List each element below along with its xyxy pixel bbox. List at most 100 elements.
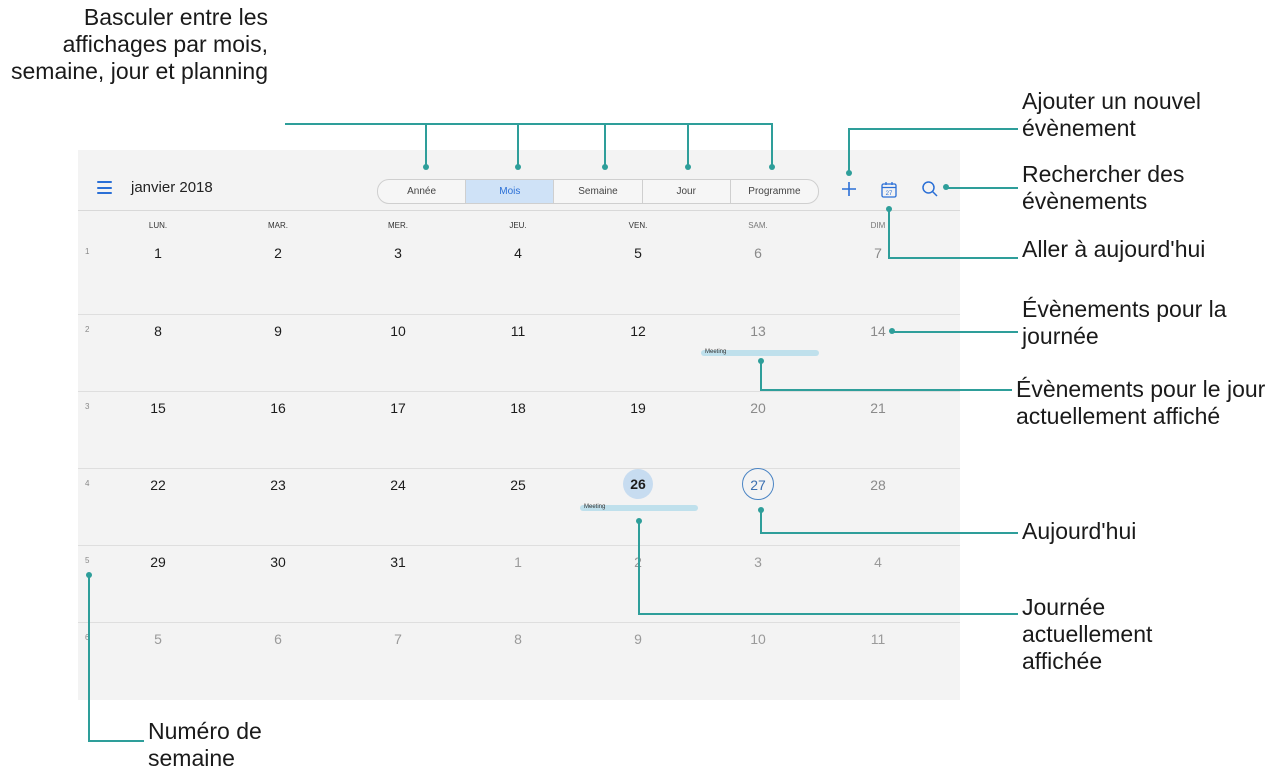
callout-dot — [758, 358, 764, 364]
day-cell[interactable]: 8 — [138, 323, 178, 339]
callout-line — [760, 510, 762, 533]
day-cell[interactable]: 10 — [738, 631, 778, 647]
callout-dot — [636, 518, 642, 524]
day-cell[interactable]: 11 — [858, 631, 898, 647]
day-cell[interactable]: 20 — [738, 400, 778, 416]
day-cell[interactable]: 7 — [858, 245, 898, 261]
day-cell[interactable]: 9 — [258, 323, 298, 339]
day-cell[interactable]: 21 — [858, 400, 898, 416]
callout-dot — [423, 164, 429, 170]
day-cell-today[interactable]: 27 — [742, 468, 774, 500]
weekday-label: MAR. — [268, 221, 288, 230]
annotation-go-today: Aller à aujourd'hui — [1022, 236, 1206, 262]
day-cell[interactable]: 1 — [138, 245, 178, 261]
day-cell[interactable]: 16 — [258, 400, 298, 416]
annotation-add-event: Ajouter un nouvel évènement — [1022, 88, 1202, 141]
day-cell[interactable]: 11 — [498, 323, 538, 339]
annotation-today: Aujourd'hui — [1022, 518, 1137, 544]
day-cell[interactable]: 2 — [258, 245, 298, 261]
day-cell[interactable]: 10 — [378, 323, 418, 339]
callout-line — [760, 360, 762, 390]
day-cell[interactable]: 4 — [858, 554, 898, 570]
tab-week[interactable]: Semaine — [554, 180, 643, 203]
day-cell[interactable]: 18 — [498, 400, 538, 416]
callout-line — [848, 128, 850, 172]
day-cell[interactable]: 4 — [498, 245, 538, 261]
annotation-current-day-events: Évènements pour le jour actuellement aff… — [1016, 376, 1266, 429]
day-cell[interactable]: 25 — [498, 477, 538, 493]
callout-line — [88, 574, 90, 741]
annotation-day-events: Évènements pour la journée — [1022, 296, 1227, 349]
weekday-label: SAM. — [748, 221, 768, 230]
day-cell[interactable]: 5 — [138, 631, 178, 647]
week-number: 2 — [85, 325, 90, 334]
callout-line — [848, 128, 1018, 130]
callout-line — [888, 257, 1018, 259]
callout-line — [88, 740, 144, 742]
day-cell[interactable]: 13 — [738, 323, 778, 339]
week-number: 1 — [85, 247, 90, 256]
week-row: 2 8 9 10 11 12 13 14 Meeting — [78, 314, 960, 392]
week-row: 5 29 30 31 1 2 3 4 — [78, 545, 960, 623]
day-cell[interactable]: 1 — [498, 554, 538, 570]
day-cell[interactable]: 28 — [858, 477, 898, 493]
day-cell[interactable]: 3 — [738, 554, 778, 570]
week-row: 4 22 23 24 25 26 27 28 Meeting — [78, 468, 960, 546]
weekday-label: DIM — [870, 221, 886, 230]
day-cell[interactable]: 9 — [618, 631, 658, 647]
event-label: Meeting — [584, 504, 606, 510]
callout-line — [638, 613, 1018, 615]
callout-line — [604, 123, 606, 167]
callout-line — [888, 207, 890, 258]
callout-line — [760, 532, 1018, 534]
day-cell[interactable]: 15 — [138, 400, 178, 416]
day-cell[interactable]: 30 — [258, 554, 298, 570]
day-cell[interactable]: 3 — [378, 245, 418, 261]
day-cell[interactable]: 7 — [378, 631, 418, 647]
plus-icon[interactable] — [840, 180, 858, 198]
day-cell[interactable]: 22 — [138, 477, 178, 493]
callout-line — [285, 123, 772, 125]
day-cell[interactable]: 31 — [378, 554, 418, 570]
callout-line — [893, 331, 1018, 333]
weekday-label: VEN. — [628, 221, 648, 230]
annotation-switch-views: Basculer entre les affichages par mois, … — [11, 4, 268, 84]
tab-month[interactable]: Mois — [466, 180, 555, 203]
day-cell[interactable]: 17 — [378, 400, 418, 416]
month-title: janvier 2018 — [131, 179, 213, 196]
day-cell[interactable]: 12 — [618, 323, 658, 339]
day-cell[interactable]: 24 — [378, 477, 418, 493]
tab-day[interactable]: Jour — [643, 180, 731, 203]
tab-year[interactable]: Année — [378, 180, 467, 203]
day-cell[interactable]: 6 — [258, 631, 298, 647]
day-cell[interactable]: 29 — [138, 554, 178, 570]
callout-dot — [758, 507, 764, 513]
weekday-label: JEU. — [509, 221, 527, 230]
callout-dot — [602, 164, 608, 170]
callout-dot — [685, 164, 691, 170]
tab-schedule[interactable]: Programme — [731, 180, 818, 203]
callout-dot — [86, 572, 92, 578]
day-cell[interactable]: 5 — [618, 245, 658, 261]
day-cell[interactable]: 19 — [618, 400, 658, 416]
week-row: 3 15 16 17 18 19 20 21 — [78, 391, 960, 469]
annotation-current-day: Journée actuellement affichée — [1022, 594, 1153, 674]
week-row: 6 5 6 7 8 9 10 11 — [78, 622, 960, 700]
day-cell[interactable]: 8 — [498, 631, 538, 647]
day-cell[interactable]: 6 — [738, 245, 778, 261]
callout-line — [517, 123, 519, 167]
today-icon-number: 27 — [886, 191, 893, 197]
view-switcher: Année Mois Semaine Jour Programme — [377, 179, 819, 204]
callout-line — [687, 123, 689, 167]
callout-dot — [769, 164, 775, 170]
event-label: Meeting — [705, 349, 727, 355]
week-number: 5 — [85, 556, 90, 565]
day-cell[interactable]: 23 — [258, 477, 298, 493]
calendar-today-icon[interactable]: 27 — [881, 181, 897, 198]
callout-dot — [886, 206, 892, 212]
header-divider — [78, 210, 960, 211]
search-icon[interactable] — [921, 180, 939, 198]
weekday-label: LUN. — [148, 221, 168, 230]
day-cell-selected[interactable]: 26 — [623, 469, 653, 499]
menu-icon[interactable] — [97, 181, 112, 194]
